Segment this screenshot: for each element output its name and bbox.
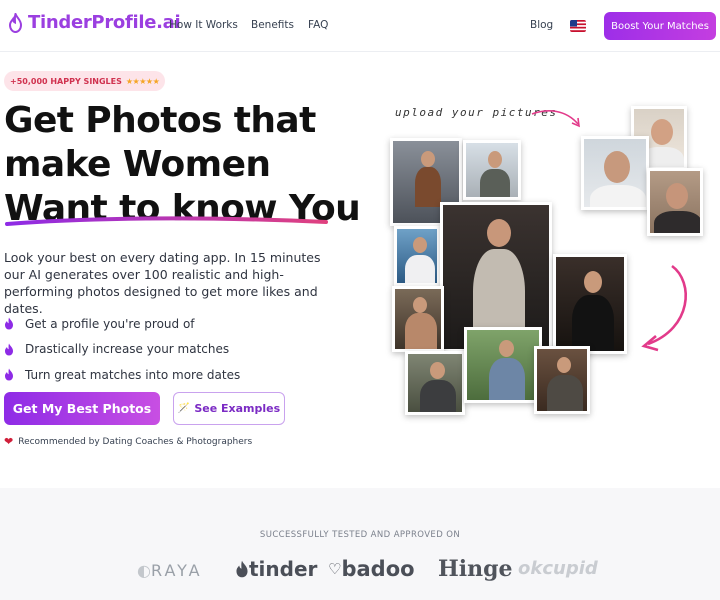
benefit-list: Get a profile you're proud of Drasticall… bbox=[4, 311, 240, 388]
generated-photo bbox=[464, 327, 542, 403]
nav-link-faq[interactable]: FAQ bbox=[308, 19, 328, 31]
tinder-flame-icon bbox=[236, 560, 248, 578]
tinder-text: tinder bbox=[249, 557, 318, 581]
headline-line-2: make Women bbox=[4, 144, 271, 185]
hero-description: Look your best on every dating app. In 1… bbox=[4, 250, 321, 316]
recommendation-note: ❤ Recommended by Dating Coaches & Photog… bbox=[4, 435, 252, 448]
tested-approved-label: SUCCESSFULLY TESTED AND APPROVED ON bbox=[259, 530, 461, 540]
see-examples-button[interactable]: 🪄 See Examples bbox=[173, 392, 285, 425]
generated-photo bbox=[394, 226, 440, 286]
logo-text: TinderProfile.ai bbox=[28, 12, 181, 33]
headline-underline-swoosh bbox=[5, 216, 328, 226]
uploaded-photo bbox=[581, 136, 649, 210]
badoo-text: badoo bbox=[341, 557, 415, 581]
benefit-item: Get a profile you're proud of bbox=[4, 311, 240, 337]
benefit-item: Turn great matches into more dates bbox=[4, 362, 240, 388]
generated-photo bbox=[534, 346, 590, 414]
flame-icon bbox=[5, 368, 13, 381]
okcupid-logo: okcupid bbox=[518, 558, 598, 579]
curved-arrow-icon bbox=[531, 110, 580, 128]
heart-icon: ❤ bbox=[4, 435, 14, 448]
us-flag-icon[interactable] bbox=[570, 20, 586, 32]
flame-icon bbox=[5, 343, 13, 356]
headline-line-1: Get Photos that bbox=[4, 100, 316, 141]
badge-text: +50,000 HAPPY SINGLES bbox=[10, 76, 122, 86]
rating-stars-icon: ★★★★★ bbox=[125, 76, 160, 86]
generated-photo bbox=[405, 351, 465, 415]
happy-singles-badge: +50,000 HAPPY SINGLES ★★★★★ bbox=[4, 71, 166, 91]
generated-photo bbox=[553, 254, 627, 354]
tinder-logo: tinder bbox=[235, 557, 317, 581]
flame-icon bbox=[5, 317, 13, 330]
see-examples-label: See Examples bbox=[194, 402, 281, 415]
get-best-photos-button[interactable]: Get My Best Photos bbox=[4, 392, 160, 425]
benefit-item: Drastically increase your matches bbox=[4, 337, 240, 363]
nav-link-how-it-works[interactable]: How It Works bbox=[169, 19, 238, 31]
flame-icon bbox=[8, 12, 23, 33]
benefit-text: Drastically increase your matches bbox=[25, 342, 230, 357]
magic-wand-icon: 🪄 bbox=[177, 403, 191, 414]
raya-text: RAYA bbox=[150, 561, 203, 580]
generated-photo bbox=[463, 140, 521, 200]
logo[interactable]: TinderProfile.ai bbox=[8, 12, 181, 33]
nav-link-blog[interactable]: Blog bbox=[530, 19, 553, 31]
benefit-text: Turn great matches into more dates bbox=[25, 367, 241, 382]
generated-photo bbox=[392, 286, 444, 352]
badoo-logo: ♡badoo bbox=[328, 557, 415, 581]
badoo-heart-icon: ♡ bbox=[328, 560, 342, 578]
curved-arrow-icon bbox=[641, 264, 687, 352]
trust-section bbox=[0, 488, 720, 600]
boost-matches-button[interactable]: Boost Your Matches bbox=[604, 12, 716, 40]
recommendation-text: Recommended by Dating Coaches & Photogra… bbox=[18, 436, 253, 447]
hinge-logo: Hinge bbox=[438, 556, 513, 582]
top-navbar: TinderProfile.ai How It Works Benefits F… bbox=[0, 0, 720, 52]
uploaded-photo bbox=[647, 168, 703, 236]
benefit-text: Get a profile you're proud of bbox=[25, 316, 195, 331]
nav-link-benefits[interactable]: Benefits bbox=[251, 19, 294, 31]
raya-logo: ◐RAYA bbox=[137, 561, 203, 580]
